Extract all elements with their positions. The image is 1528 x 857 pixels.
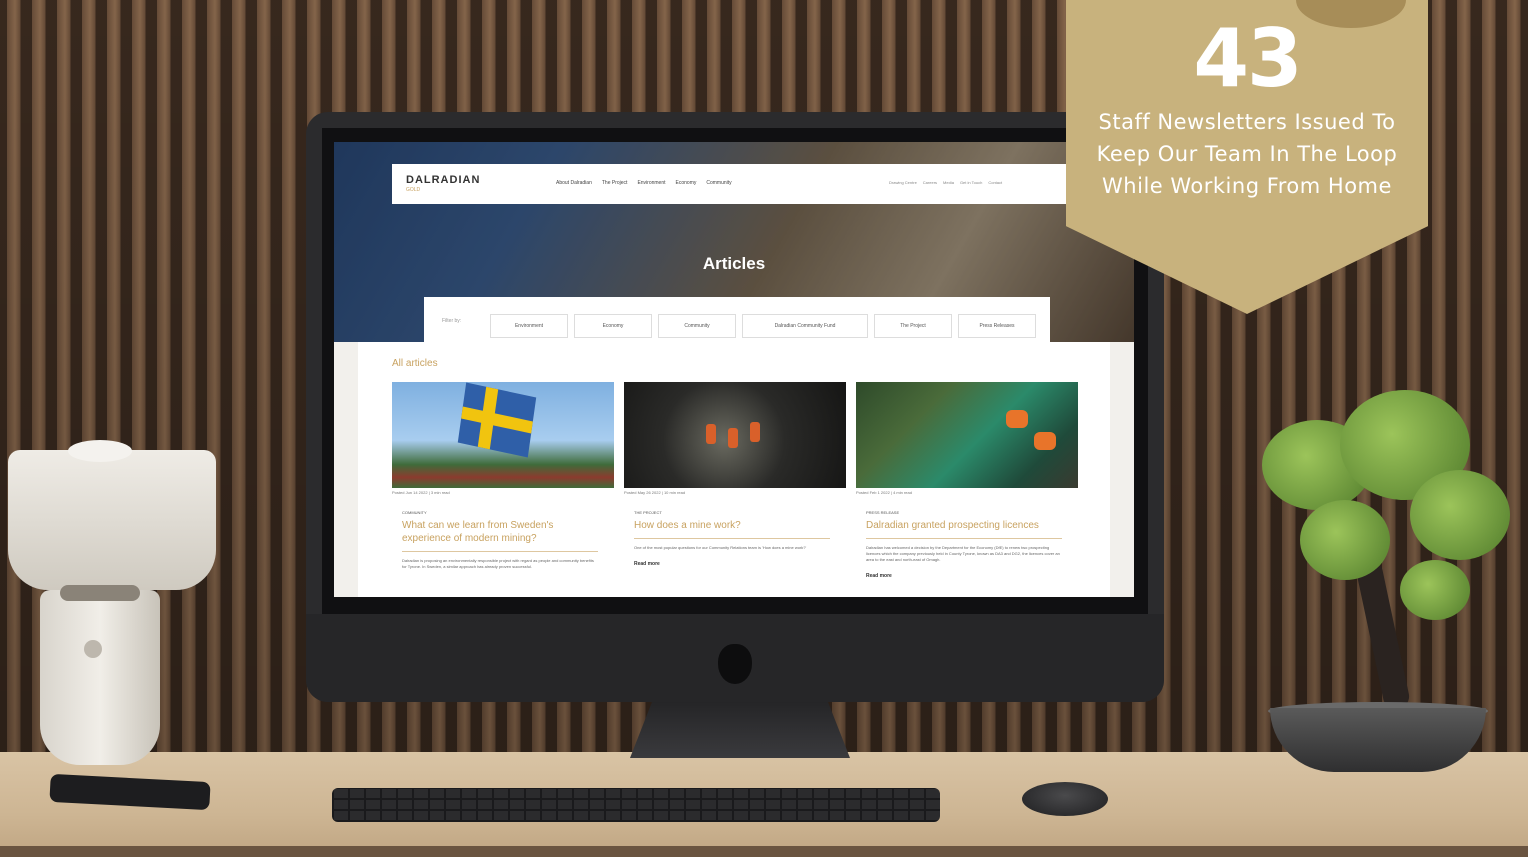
article-card[interactable]: Posted May 26 2022 | 10 min read THE PRO… [624, 382, 846, 567]
bonsai-foliage [1300, 500, 1390, 580]
filter-chip[interactable]: Press Releases [958, 314, 1036, 338]
article-excerpt: One of the most popular questions for ou… [634, 545, 807, 550]
read-more-link[interactable]: Read more [634, 561, 846, 567]
article-image-mine[interactable] [624, 382, 846, 488]
article-excerpt: Dalradian is proposing an environmentall… [402, 558, 594, 569]
filter-label: Filter by: [442, 318, 462, 324]
orange-glove [1006, 410, 1028, 428]
page-title: Articles [702, 254, 766, 273]
article-divider [402, 551, 598, 552]
filter-chip[interactable]: Environment [490, 314, 568, 338]
nav-link[interactable]: About Dalradian [556, 180, 592, 186]
nav-utility-link[interactable]: Drawing Centre [889, 180, 917, 185]
swedish-flag [457, 382, 537, 458]
article-meta: Posted Jun 14 2022 | 3 min read [392, 490, 450, 495]
nav-link[interactable]: Community [706, 180, 731, 186]
article-category: PRESS RELEASE [866, 510, 900, 515]
section-title: All articles [392, 358, 438, 369]
apple-logo-icon [718, 644, 752, 684]
site-logo-sub: GOLD [406, 187, 421, 193]
nav-utility-link[interactable]: Contact [988, 180, 1002, 185]
miner-figure [750, 422, 760, 442]
mouse [1022, 782, 1108, 816]
nav-link[interactable]: Environment [637, 180, 665, 186]
filter-chip[interactable]: The Project [874, 314, 952, 338]
miner-figure [706, 424, 716, 444]
article-title[interactable]: Dalradian granted prospecting licences [866, 519, 1066, 532]
table-lamp-top [68, 440, 132, 462]
site-logo[interactable]: DALRADIAN [406, 174, 480, 186]
filter-chip[interactable]: Dalradian Community Fund [742, 314, 868, 338]
bonsai-foliage [1400, 560, 1470, 620]
nav-link[interactable]: Economy [676, 180, 697, 186]
filter-chips: Environment Economy Community Dalradian … [490, 314, 1036, 338]
table-lamp-knob [84, 640, 102, 658]
article-category: THE PROJECT [634, 510, 662, 515]
table-lamp-ring [60, 585, 140, 601]
article-title[interactable]: How does a mine work? [634, 519, 834, 532]
article-image-sweden-flag[interactable] [392, 382, 614, 488]
article-divider [866, 538, 1062, 539]
table-lamp-base [40, 590, 160, 765]
read-more-link[interactable]: Read more [866, 573, 1078, 579]
website-screen: DALRADIAN GOLD About Dalradian The Proje… [334, 142, 1134, 597]
filter-chip[interactable]: Economy [574, 314, 652, 338]
nav-utility-link[interactable]: Media [943, 180, 954, 185]
desk-edge [0, 846, 1528, 857]
article-divider [634, 538, 830, 539]
nav-utility-link[interactable]: Careers [923, 180, 937, 185]
flag-cross-horizontal [461, 406, 533, 434]
table-lamp-shade [8, 450, 216, 590]
article-image-samples[interactable] [856, 382, 1078, 488]
bonsai-foliage [1410, 470, 1510, 560]
article-card[interactable]: Posted Feb 1 2022 | 4 min read PRESS REL… [856, 382, 1078, 579]
nav-link[interactable]: The Project [602, 180, 628, 186]
article-meta: Posted Feb 1 2022 | 4 min read [856, 490, 912, 495]
nav-links: About Dalradian The Project Environment … [556, 180, 732, 186]
orange-glove [1034, 432, 1056, 450]
article-meta: Posted May 26 2022 | 10 min read [624, 490, 686, 495]
article-card[interactable]: Posted Jun 14 2022 | 3 min read COMMUNIT… [392, 382, 614, 570]
bonsai-pot [1270, 708, 1486, 772]
filter-chip[interactable]: Community [658, 314, 736, 338]
article-excerpt: Dalradian has welcomed a decision by the… [866, 545, 1060, 562]
article-category: COMMUNITY [402, 510, 427, 515]
article-title[interactable]: What can we learn from Sweden's experien… [402, 519, 602, 545]
stat-description: Staff Newsletters Issued To Keep Our Tea… [1096, 110, 1398, 198]
monitor-stand [630, 702, 850, 758]
stat-number: 43 [1193, 12, 1302, 105]
miner-figure [728, 428, 738, 448]
keyboard [332, 788, 940, 822]
nav-utility-links: Drawing Centre Careers Media Get in Touc… [889, 180, 1002, 185]
nav-utility-link[interactable]: Get in Touch [960, 180, 982, 185]
